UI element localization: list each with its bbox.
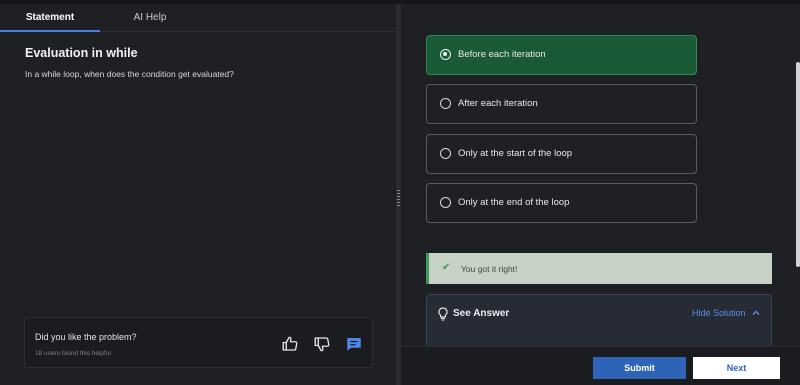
option-label: Only at the start of the loop	[458, 148, 573, 159]
radio-icon	[440, 197, 451, 208]
option-before-each-iteration[interactable]: Before each iteration	[426, 35, 697, 75]
option-after-each-iteration[interactable]: After each iteration	[426, 84, 697, 124]
option-end-of-loop[interactable]: Only at the end of the loop	[426, 183, 697, 223]
see-answer-title: See Answer	[453, 308, 510, 319]
tab-statement[interactable]: Statement	[0, 4, 100, 32]
question-title: Evaluation in while	[25, 46, 138, 60]
radio-selected-icon	[440, 49, 451, 60]
feedback-box: Did you like the problem? 18 users found…	[24, 317, 373, 368]
option-label: Before each iteration	[458, 49, 546, 60]
helpful-count: 18 users found this helpful	[35, 350, 111, 357]
chevron-up-icon[interactable]	[750, 307, 762, 319]
result-message: You got it right!	[461, 264, 518, 274]
radio-icon	[440, 148, 451, 159]
question-text: In a while loop, when does the condition…	[25, 69, 234, 79]
lightbulb-icon	[438, 307, 448, 321]
comment-icon[interactable]	[345, 335, 363, 353]
option-label: After each iteration	[458, 98, 538, 109]
scrollbar[interactable]	[796, 62, 800, 267]
tab-ai-help[interactable]: AI Help	[100, 4, 200, 32]
next-button[interactable]: Next	[693, 357, 780, 379]
submit-button[interactable]: Submit	[593, 357, 686, 379]
drag-handle-icon[interactable]	[397, 190, 400, 208]
option-label: Only at the end of the loop	[458, 197, 570, 208]
option-start-of-loop[interactable]: Only at the start of the loop	[426, 134, 697, 174]
check-icon: ✔	[442, 262, 451, 273]
correct-banner: ✔ You got it right!	[426, 253, 772, 284]
tab-bar: Statement AI Help	[0, 4, 396, 32]
radio-icon	[440, 98, 451, 109]
thumbs-up-icon[interactable]	[281, 335, 299, 353]
hide-solution-link[interactable]: Hide Solution	[692, 308, 746, 318]
feedback-prompt: Did you like the problem?	[35, 332, 137, 342]
thumbs-down-icon[interactable]	[313, 335, 331, 353]
